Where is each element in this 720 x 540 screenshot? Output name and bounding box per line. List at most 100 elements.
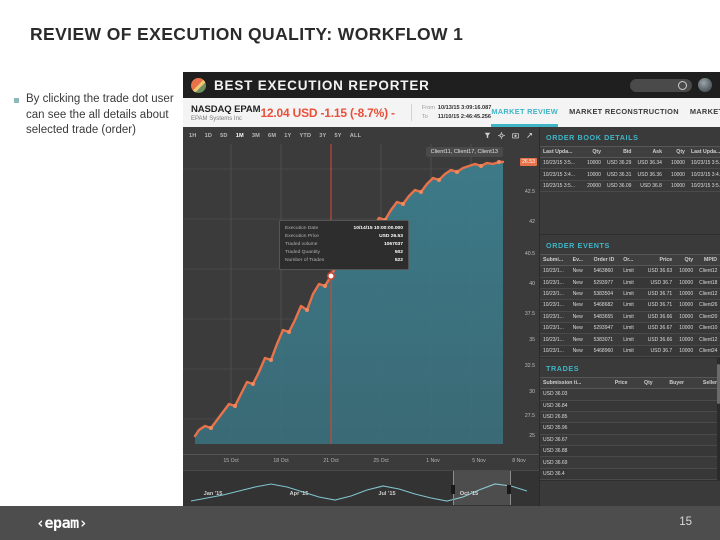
cell: 10/23/15 3:5... bbox=[687, 180, 720, 193]
camera-icon[interactable] bbox=[512, 132, 519, 139]
cell bbox=[655, 456, 688, 469]
column-header-price[interactable]: Price bbox=[644, 254, 676, 267]
table-row[interactable]: 10/23/1... New 5383504 Limit USD 36.71 10000 C… bbox=[540, 288, 720, 301]
x-axis-tick: 15 Oct bbox=[223, 458, 239, 464]
table-row[interactable]: USD 35.96 bbox=[540, 422, 720, 435]
table-row[interactable]: USD 36.4 bbox=[540, 468, 720, 481]
range-button-1d[interactable]: 1D bbox=[205, 133, 213, 139]
table-row[interactable]: 10/23/1... New 5468960 Limit USD 36.7 10000 Cl… bbox=[540, 345, 720, 358]
table-row[interactable]: USD 36.84 bbox=[540, 400, 720, 412]
price-chart[interactable]: Client11, Client17, Client13 Execution D… bbox=[183, 144, 539, 454]
workspace: 1H 1D 5D 1M 3M 6M 1Y YTD 3Y 5Y ALL Clien… bbox=[183, 127, 720, 512]
range-button-1m[interactable]: 1M bbox=[236, 133, 244, 139]
column-header-qty[interactable]: Qty bbox=[675, 254, 697, 267]
table-row[interactable]: 10/23/15 3:5... 20000 USD 36.09 USD 36.8… bbox=[540, 180, 720, 193]
cell bbox=[687, 411, 720, 424]
table-row[interactable]: 10/23/1... New 5463860 Limit USD 36.63 10000 C… bbox=[540, 265, 720, 278]
table-row[interactable]: 10/23/1... New 5483655 Limit USD 36.66 10000 C… bbox=[540, 311, 720, 324]
cell: 10/23/15 3:5... bbox=[687, 157, 720, 170]
column-header-submission-time[interactable]: Submi... bbox=[540, 254, 570, 267]
range-button-1h[interactable]: 1H bbox=[189, 133, 197, 139]
cell: USD 36.66 bbox=[644, 333, 676, 346]
cell: Client12 bbox=[696, 333, 720, 346]
table-row[interactable]: 10/23/1... New 5293947 Limit USD 36.67 10000 C… bbox=[540, 322, 720, 335]
table-row[interactable]: USD 36.88 bbox=[540, 445, 720, 458]
range-button-ytd[interactable]: YTD bbox=[299, 133, 311, 139]
column-header-order-id[interactable]: Order ID bbox=[590, 254, 621, 267]
tab-market-review[interactable]: MARKET REVIEW bbox=[491, 107, 558, 127]
tab-market-reconstruction[interactable]: MARKET RECONSTRUCTION bbox=[569, 107, 679, 118]
range-button-5d[interactable]: 5D bbox=[220, 133, 228, 139]
column-header-event[interactable]: Ev... bbox=[569, 254, 591, 267]
range-button-1y[interactable]: 1Y bbox=[284, 133, 291, 139]
cell: USD 36.29 bbox=[603, 157, 635, 170]
column-header-buyer[interactable]: Buyer bbox=[655, 377, 688, 390]
tooltip-value: USD 26.53 bbox=[379, 234, 403, 239]
table-row[interactable]: USD 36.69 bbox=[540, 456, 720, 469]
order-book-table: Last Upda... Qty Bid Ask Qty Last Upda..… bbox=[540, 146, 720, 193]
column-header-mpid[interactable]: MPID bbox=[696, 254, 720, 267]
table-row[interactable]: 10/23/15 3:5... 10000 USD 36.29 USD 36.3… bbox=[540, 157, 720, 170]
cell: USD 36.66 bbox=[644, 311, 676, 324]
range-button-3m[interactable]: 3M bbox=[252, 133, 260, 139]
column-header-last-update-bid[interactable]: Last Upda... bbox=[540, 146, 581, 158]
table-row[interactable]: USD 36.03 bbox=[540, 388, 720, 401]
avatar[interactable] bbox=[698, 78, 712, 92]
date-from-value: 10/13/15 3:09:16.087 bbox=[437, 105, 492, 111]
column-header-seller[interactable]: Seller bbox=[687, 377, 720, 390]
app-title: BEST EXECUTION REPORTER bbox=[214, 77, 430, 93]
table-row[interactable]: 10/23/1... New 5293977 Limit USD 36.7 10000 Cl… bbox=[540, 277, 720, 289]
date-range[interactable]: From 10/13/15 3:09:16.087 To 11/10/15 2:46… bbox=[410, 104, 492, 121]
cell: Client18 bbox=[696, 277, 720, 289]
slide-footer: ‹epam› 15 bbox=[0, 506, 720, 540]
cell: New bbox=[569, 333, 591, 346]
settings-icon[interactable] bbox=[498, 132, 505, 139]
x-axis: 15 Oct 18 Oct 21 Oct 25 Oct 1 Nov 5 Nov … bbox=[183, 454, 539, 469]
table-row[interactable]: 10/23/1... New 5468682 Limit USD 36.71 10000 C… bbox=[540, 299, 720, 312]
cell: 10/23/15 3:5... bbox=[540, 180, 581, 193]
range-button-6m[interactable]: 6M bbox=[268, 133, 276, 139]
tab-market-reports[interactable]: MARKET REPORTS bbox=[690, 107, 720, 118]
chart-legend: Client11, Client17, Client13 bbox=[425, 147, 503, 157]
range-button-3y[interactable]: 3Y bbox=[319, 133, 326, 139]
minimap-handle-left[interactable] bbox=[451, 485, 455, 494]
column-header-order-type[interactable]: Or... bbox=[620, 254, 645, 267]
order-book-panel: ORDER BOOK DETAILS Last Upda... Qty Bid … bbox=[540, 127, 720, 236]
range-button-5y[interactable]: 5Y bbox=[335, 133, 342, 139]
filter-icon[interactable] bbox=[484, 132, 491, 139]
chart-minimap[interactable]: Jan '15 Apr '15 Jul '15 Oct '15 bbox=[183, 470, 539, 511]
cell: USD 36.69 bbox=[540, 456, 595, 469]
cell bbox=[630, 445, 656, 458]
table-row[interactable]: USD 36.67 bbox=[540, 434, 720, 447]
minimap-brush[interactable] bbox=[453, 471, 511, 505]
column-header-bid[interactable]: Bid bbox=[603, 146, 635, 158]
column-header-qty[interactable]: Qty bbox=[630, 377, 656, 390]
bullet-marker-icon bbox=[14, 98, 19, 103]
cell: 5383504 bbox=[590, 288, 621, 301]
cell: USD 36.84 bbox=[540, 400, 595, 412]
minimap-handle-right[interactable] bbox=[507, 485, 511, 494]
range-button-all[interactable]: ALL bbox=[350, 133, 361, 139]
share-icon[interactable] bbox=[526, 132, 533, 139]
cell: 10/23/1... bbox=[540, 333, 570, 346]
cell: Limit bbox=[620, 288, 645, 301]
search-input[interactable] bbox=[630, 78, 692, 92]
cell: Limit bbox=[620, 345, 645, 358]
table-row[interactable]: 10/23/15 3:4... 10000 USD 36.31 USD 36.3… bbox=[540, 168, 720, 181]
table-row[interactable]: USD 26.85 bbox=[540, 411, 720, 424]
column-header-last-update-ask[interactable]: Last Upda... bbox=[687, 146, 720, 158]
column-header-bid-qty[interactable]: Qty bbox=[580, 146, 604, 158]
cell bbox=[594, 434, 631, 447]
cell: 10000 bbox=[580, 157, 604, 170]
trades-title: TRADES bbox=[546, 364, 580, 374]
cell: 10/23/1... bbox=[540, 311, 570, 324]
column-header-price[interactable]: Price bbox=[594, 377, 631, 390]
column-header-ask-qty[interactable]: Qty bbox=[664, 146, 688, 158]
column-header-ask[interactable]: Ask bbox=[634, 146, 665, 158]
cell: USD 36.03 bbox=[540, 388, 595, 401]
cell: New bbox=[569, 322, 591, 335]
column-header-submission-time[interactable]: Submission ti... bbox=[540, 377, 595, 390]
table-row[interactable]: 10/23/1... New 5383071 Limit USD 36.66 10000 C… bbox=[540, 333, 720, 346]
date-to-value: 11/10/15 2:46:45.256 bbox=[437, 113, 492, 120]
details-sidebar: ORDER BOOK DETAILS Last Upda... Qty Bid … bbox=[540, 127, 720, 512]
